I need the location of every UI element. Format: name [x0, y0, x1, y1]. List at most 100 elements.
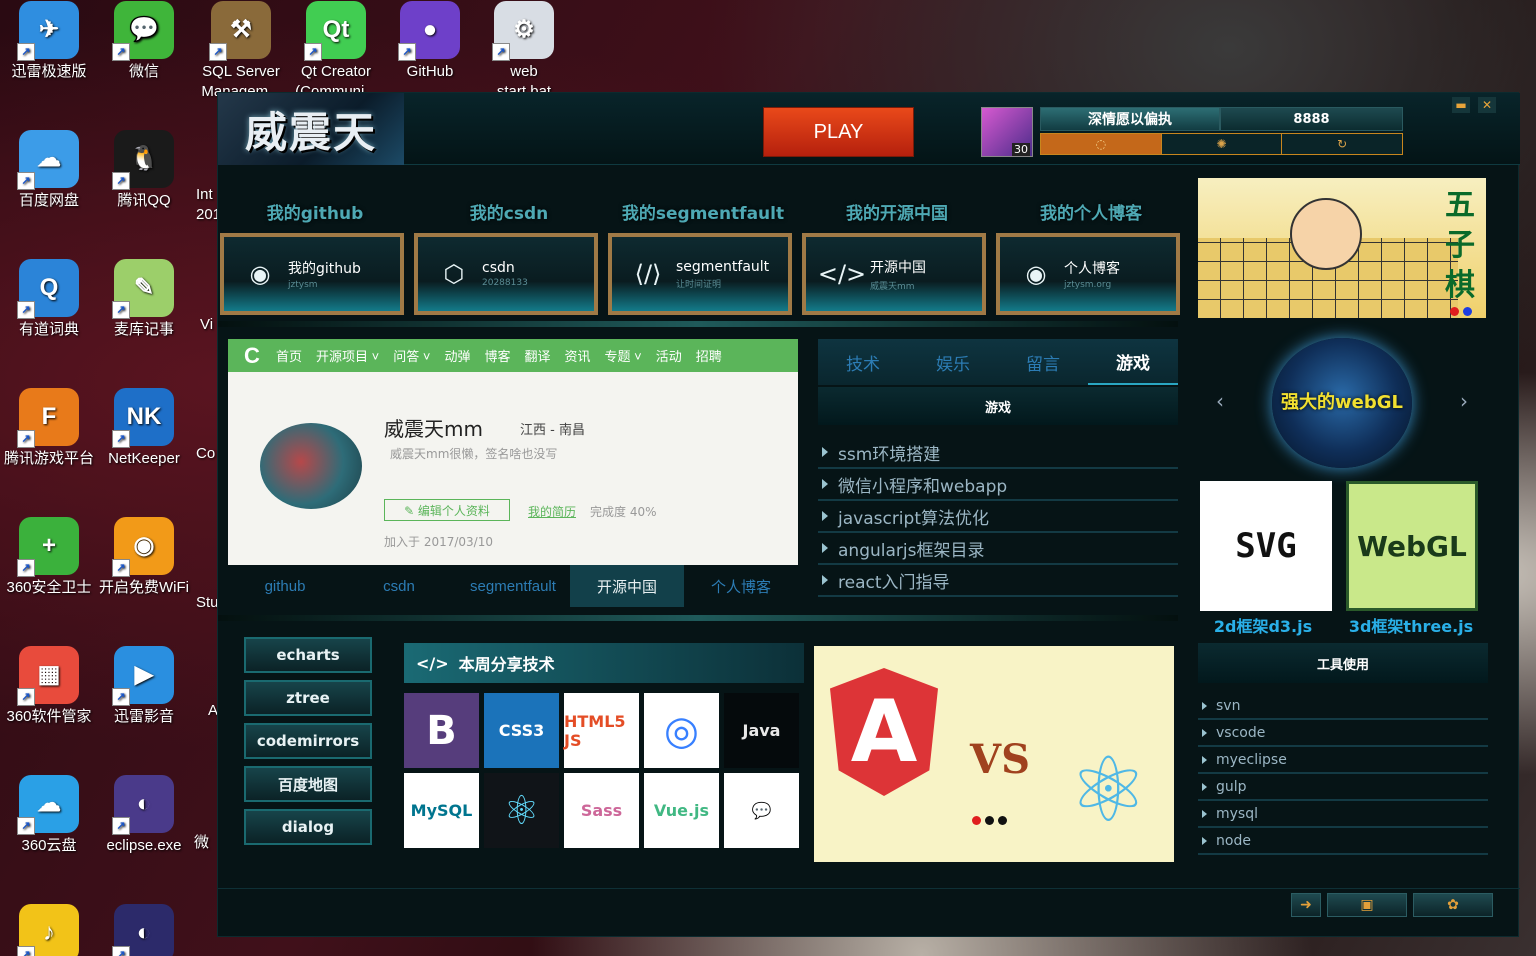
link-card[interactable]: ◉ 我的github jztysm — [220, 233, 404, 315]
category-tab[interactable]: 留言 — [998, 339, 1088, 385]
tech-tile[interactable]: 💬 — [724, 773, 799, 848]
category-tab[interactable]: 游戏 — [1088, 339, 1178, 385]
desktop-icon[interactable]: ✎ 麦库记事 — [96, 259, 192, 340]
category-tab[interactable]: 技术 — [818, 339, 908, 385]
tool-item[interactable]: vscode — [1198, 720, 1488, 747]
svg-thumbnail[interactable]: SVG — [1200, 481, 1332, 611]
side-button[interactable]: ztree — [244, 680, 372, 716]
tab-github[interactable]: github — [228, 565, 342, 607]
side-button[interactable]: dialog — [244, 809, 372, 845]
link-card[interactable]: </> 开源中国 威震天mm — [802, 233, 986, 315]
desktop-icon[interactable]: ☁ 百度网盘 — [1, 130, 97, 211]
nav-item[interactable]: 博客 — [484, 346, 510, 365]
side-button[interactable]: echarts — [244, 637, 372, 673]
carousel-dot[interactable] — [998, 816, 1007, 825]
desktop-icon[interactable]: ◐ — [96, 904, 192, 956]
tech-tile[interactable]: Vue.js — [644, 773, 719, 848]
side-button[interactable]: 百度地图 — [244, 766, 372, 802]
tech-tile[interactable]: ⚛ — [484, 773, 559, 848]
desktop-icon[interactable]: ◉ 开启免费WiFi — [96, 517, 192, 598]
webgl-thumbnail[interactable]: WebGL — [1346, 481, 1478, 611]
tool-item[interactable]: myeclipse — [1198, 747, 1488, 774]
carousel-prev-icon[interactable]: ‹ — [1216, 389, 1224, 413]
arrow-right-icon[interactable]: ➜ — [1291, 893, 1321, 917]
tech-tile[interactable]: ◎ — [644, 693, 719, 768]
desktop-icon[interactable]: Q 有道词典 — [1, 259, 97, 340]
link-heading[interactable]: 我的segmentfault — [606, 199, 800, 224]
link-heading[interactable]: 我的github — [218, 199, 412, 224]
tab-个人博客[interactable]: 个人博客 — [684, 565, 798, 607]
tech-tile[interactable]: B — [404, 693, 479, 768]
link-card[interactable]: ◉ 个人博客 jztysm.org — [996, 233, 1180, 315]
tech-tile[interactable]: MySQL — [404, 773, 479, 848]
carousel-dot[interactable] — [1463, 307, 1472, 316]
desktop-icon[interactable]: ⚒SQL Server Managem... — [193, 1, 289, 102]
link-card[interactable]: ⬡ csdn 20288133 — [414, 233, 598, 315]
desktop-icon[interactable]: NK NetKeeper — [96, 388, 192, 469]
loading-icon[interactable]: ◌ — [1041, 134, 1162, 154]
desktop-icon[interactable]: QtQt Creator (Communi... — [288, 1, 384, 102]
nav-item[interactable]: 首页 — [276, 346, 302, 365]
desktop-icon[interactable]: ● GitHub — [382, 1, 478, 82]
desktop-icon[interactable]: ♪ — [1, 904, 97, 956]
user-avatar[interactable]: 30 — [981, 107, 1033, 157]
close-button[interactable]: ✕ — [1478, 97, 1496, 113]
tech-tile[interactable]: CSS3 — [484, 693, 559, 768]
minimize-button[interactable]: ▬ — [1452, 97, 1470, 113]
side-button[interactable]: codemirrors — [244, 723, 372, 759]
desktop-icon[interactable]: ✈ 迅雷极速版 — [1, 1, 97, 82]
list-item[interactable]: javascript算法优化 — [818, 501, 1178, 533]
tool-item[interactable]: svn — [1198, 693, 1488, 720]
nav-item[interactable]: 活动 — [656, 346, 682, 365]
list-item[interactable]: react入门指导 — [818, 565, 1178, 597]
tool-item[interactable]: node — [1198, 828, 1488, 855]
category-tab[interactable]: 娱乐 — [908, 339, 998, 385]
refresh-icon[interactable]: ↻ — [1282, 134, 1403, 154]
angular-vs-react-banner[interactable]: A VS ⚛ — [814, 646, 1174, 862]
tool-item[interactable]: mysql — [1198, 801, 1488, 828]
carousel-next-icon[interactable]: › — [1460, 389, 1468, 413]
list-item[interactable]: ssm环境搭建 — [818, 437, 1178, 469]
three-caption[interactable]: 3d框架three.js — [1336, 613, 1486, 637]
link-heading[interactable]: 我的开源中国 — [800, 199, 994, 224]
list-item[interactable]: 微信小程序和webapp — [818, 469, 1178, 501]
android-icon[interactable]: ✿ — [1413, 893, 1493, 917]
tab-csdn[interactable]: csdn — [342, 565, 456, 607]
list-item[interactable]: angularjs框架目录 — [818, 533, 1178, 565]
tab-开源中国[interactable]: 开源中国 — [570, 565, 684, 607]
tech-tile[interactable]: Java — [724, 693, 799, 768]
link-heading[interactable]: 我的csdn — [412, 199, 606, 224]
nav-item[interactable]: 翻译 — [524, 346, 550, 365]
desktop-icon[interactable]: ▦ 360软件管家 — [1, 646, 97, 727]
nav-item[interactable]: 开源项目 ˅ — [316, 346, 379, 365]
desktop-icon[interactable]: ☁ 360云盘 — [1, 775, 97, 856]
tech-tile[interactable]: Sass — [564, 773, 639, 848]
play-button[interactable]: PLAY — [763, 107, 914, 157]
d3-caption[interactable]: 2d框架d3.js — [1188, 613, 1338, 637]
tech-tile[interactable]: HTML5 JS — [564, 693, 639, 768]
nav-item[interactable]: 资讯 — [565, 346, 591, 365]
link-card[interactable]: ⟨/⟩ segmentfault 让时间证明 — [608, 233, 792, 315]
html5-icon[interactable]: ▣ — [1327, 893, 1407, 917]
nav-item[interactable]: 招聘 — [696, 346, 722, 365]
gomoku-banner[interactable]: 五子棋 — [1198, 178, 1486, 318]
carousel-dot[interactable] — [1450, 307, 1459, 316]
carousel-dot[interactable] — [985, 816, 994, 825]
settings-icon[interactable]: ✺ — [1161, 134, 1283, 154]
webgl-label[interactable]: 强大的webGL — [1198, 388, 1486, 414]
desktop-icon[interactable]: 🐧 腾讯QQ — [96, 130, 192, 211]
tool-item[interactable]: gulp — [1198, 774, 1488, 801]
carousel-dot[interactable] — [972, 816, 981, 825]
desktop-icon[interactable]: +360安全卫士 — [1, 517, 97, 598]
desktop-icon[interactable]: ⚙web start.bat — [476, 1, 572, 102]
resume-link[interactable]: 我的简历 — [528, 503, 576, 520]
nav-item[interactable]: 专题 ˅ — [605, 346, 642, 365]
nav-item[interactable]: 动弹 — [444, 346, 470, 365]
edit-profile-button[interactable]: ✎ 编辑个人资料 — [384, 499, 510, 521]
link-heading[interactable]: 我的个人博客 — [994, 199, 1188, 224]
desktop-icon[interactable]: 💬 微信 — [96, 1, 192, 82]
tab-segmentfault[interactable]: segmentfault — [456, 565, 570, 607]
desktop-icon[interactable]: ▶ 迅雷影音 — [96, 646, 192, 727]
desktop-icon[interactable]: ◐ eclipse.exe — [96, 775, 192, 856]
nav-item[interactable]: 问答 ˅ — [393, 346, 430, 365]
